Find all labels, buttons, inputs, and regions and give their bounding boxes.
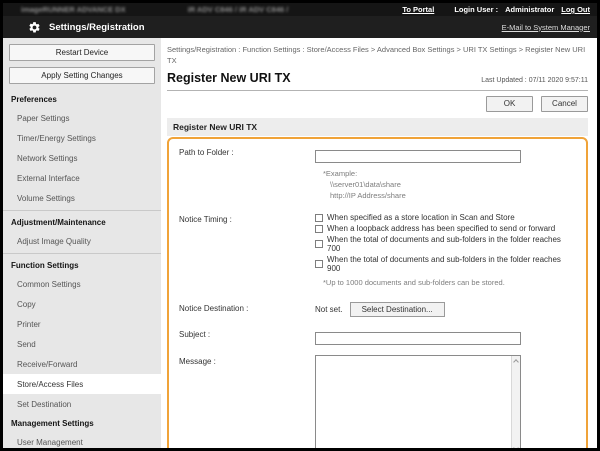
notice-timing-note: *Up to 1000 documents and sub-folders ca… (323, 277, 576, 288)
login-user-value: Administrator (505, 5, 554, 14)
path-to-folder-row: Path to Folder : *Example: \\server01\da… (179, 146, 576, 202)
device-model-redacted: imageRUNNER ADVANCE DX (21, 5, 126, 14)
message-textarea[interactable] (316, 356, 512, 449)
restart-device-button[interactable]: Restart Device (9, 44, 155, 61)
log-out-link[interactable]: Log Out (561, 5, 590, 14)
select-destination-button[interactable]: Select Destination... (350, 302, 445, 317)
apply-setting-changes-button[interactable]: Apply Setting Changes (9, 67, 155, 84)
sidebar-header-adjustment-maintenance: Adjustment/Maintenance (3, 213, 161, 231)
sidebar-item-copy[interactable]: Copy (3, 294, 161, 314)
path-example-line-1: \\server01\data\share (330, 179, 576, 190)
notice-timing-option-label: When the total of documents and sub-fold… (327, 235, 576, 253)
sidebar-header-management-settings: Management Settings (3, 414, 161, 432)
sidebar-header-function-settings: Function Settings (3, 256, 161, 274)
sidebar-item-network-settings[interactable]: Network Settings (3, 148, 161, 168)
sidebar-item-paper-settings[interactable]: Paper Settings (3, 108, 161, 128)
breadcrumb[interactable]: Settings/Registration : Function Setting… (167, 44, 588, 67)
notice-timing-checkbox-scan-store[interactable] (315, 214, 323, 222)
main-content: Settings/Registration : Function Setting… (161, 38, 597, 448)
subject-input[interactable] (315, 332, 521, 345)
notice-timing-checkbox-reaches-900[interactable] (315, 260, 323, 268)
path-example-block: *Example: \\server01\data\share http://I… (323, 168, 576, 202)
notice-timing-option-label: When a loopback address has been specifi… (327, 224, 555, 233)
sidebar-divider (3, 210, 161, 211)
notice-timing-option-label: When the total of documents and sub-fold… (327, 255, 576, 273)
notice-timing-option-row: When the total of documents and sub-fold… (315, 255, 576, 273)
message-scrollbar[interactable] (511, 356, 520, 449)
sidebar-item-set-destination[interactable]: Set Destination (3, 394, 161, 414)
sidebar-item-send[interactable]: Send (3, 334, 161, 354)
chevron-down-icon[interactable] (513, 445, 519, 448)
notice-destination-label: Notice Destination : (179, 302, 315, 313)
last-updated-text: Last Updated : 07/11 2020 9:57:11 (481, 77, 588, 85)
title-row: Register New URI TX Last Updated : 07/11… (167, 71, 588, 91)
sidebar-item-adjust-image-quality[interactable]: Adjust Image Quality (3, 231, 161, 251)
notice-timing-option-row: When specified as a store location in Sc… (315, 213, 576, 222)
gear-icon (28, 21, 41, 34)
app-bar: Settings/Registration E-Mail to System M… (3, 16, 597, 38)
ok-button[interactable]: OK (486, 96, 533, 112)
message-textarea-wrapper (315, 355, 521, 449)
subject-row: Subject : (179, 328, 576, 346)
app-title: Settings/Registration (49, 22, 145, 33)
settings-sidebar: Restart Device Apply Setting Changes Pre… (3, 38, 161, 448)
notice-timing-checkbox-loopback[interactable] (315, 225, 323, 233)
browser-page: imageRUNNER ADVANCE DX iR ADV C846 / iR … (0, 0, 600, 451)
sidebar-item-printer[interactable]: Printer (3, 314, 161, 334)
chevron-up-icon[interactable] (513, 359, 519, 365)
notice-timing-option-row: When a loopback address has been specifi… (315, 224, 576, 233)
to-portal-link[interactable]: To Portal (402, 5, 434, 14)
device-name-redacted: iR ADV C846 / iR ADV C846 / (188, 5, 289, 14)
path-to-folder-label: Path to Folder : (179, 146, 315, 157)
notice-destination-status: Not set. (315, 305, 343, 314)
sidebar-item-external-interface[interactable]: External Interface (3, 168, 161, 188)
notice-timing-label: Notice Timing : (179, 213, 315, 224)
page-title: Register New URI TX (167, 71, 291, 85)
login-user-label: Login User : (454, 5, 498, 14)
path-example-line-2: http://IP Address/share (330, 190, 576, 201)
notice-destination-row: Notice Destination : Not set. Select Des… (179, 302, 576, 317)
sidebar-item-receive-forward[interactable]: Receive/Forward (3, 354, 161, 374)
section-header: Register New URI TX (167, 118, 588, 136)
notice-timing-row: Notice Timing : When specified as a stor… (179, 213, 576, 288)
notice-timing-checkbox-reaches-700[interactable] (315, 240, 323, 248)
sidebar-item-common-settings[interactable]: Common Settings (3, 274, 161, 294)
path-example-title: *Example: (323, 168, 576, 179)
email-to-system-manager-link[interactable]: E-Mail to System Manager (502, 23, 590, 32)
notice-timing-option-row: When the total of documents and sub-fold… (315, 235, 576, 253)
top-bar: imageRUNNER ADVANCE DX iR ADV C846 / iR … (3, 3, 597, 16)
subject-label: Subject : (179, 328, 315, 339)
cancel-button[interactable]: Cancel (541, 96, 588, 112)
sidebar-item-store-access-files[interactable]: Store/Access Files (3, 374, 161, 394)
action-row: OK Cancel (167, 96, 588, 112)
register-form-panel: Path to Folder : *Example: \\server01\da… (167, 137, 588, 449)
message-row: Message : (179, 355, 576, 449)
sidebar-item-user-management[interactable]: User Management (3, 432, 161, 448)
message-label: Message : (179, 355, 315, 366)
sidebar-nav: Preferences Paper Settings Timer/Energy … (3, 90, 161, 448)
path-to-folder-input[interactable] (315, 150, 521, 163)
sidebar-header-preferences: Preferences (3, 90, 161, 108)
sidebar-item-volume-settings[interactable]: Volume Settings (3, 188, 161, 208)
sidebar-divider (3, 253, 161, 254)
notice-timing-option-label: When specified as a store location in Sc… (327, 213, 515, 222)
sidebar-item-timer-energy-settings[interactable]: Timer/Energy Settings (3, 128, 161, 148)
